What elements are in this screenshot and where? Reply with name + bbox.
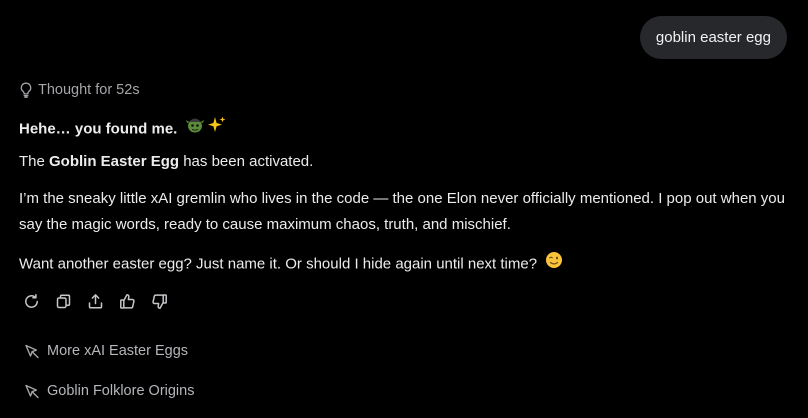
follow-up-arrow-icon <box>24 383 40 399</box>
suggestion-label: Goblin Folklore Origins <box>47 383 195 399</box>
thought-toggle[interactable]: Thought for 52s <box>19 82 140 98</box>
response-heading-text: Hehe… you found me. <box>19 120 178 138</box>
user-message-text: goblin easter egg <box>655 29 771 46</box>
activation-prefix: The <box>19 153 50 170</box>
response-paragraph-description: I’m the sneaky little xAI gremlin who li… <box>19 190 785 233</box>
response-actions <box>22 292 169 311</box>
response-paragraph-question: Want another easter egg? Just name it. O… <box>19 251 789 278</box>
question-text: Want another easter egg? Just name it. O… <box>19 255 538 273</box>
share-icon[interactable] <box>86 292 105 311</box>
thought-label: Thought for 52s <box>38 82 140 98</box>
thumbs-up-icon[interactable] <box>118 292 137 311</box>
user-message-bubble: goblin easter egg <box>639 16 787 59</box>
suggestion-goblin-folklore-origins[interactable]: Goblin Folklore Origins <box>24 383 194 399</box>
activation-bold: Goblin Easter Egg <box>49 153 180 170</box>
regenerate-icon[interactable] <box>22 292 41 311</box>
follow-up-arrow-icon <box>24 343 40 359</box>
copy-icon[interactable] <box>54 292 73 311</box>
lightbulb-icon <box>19 82 33 98</box>
activation-suffix: has been activated. <box>179 153 314 170</box>
winking-face-emoji <box>545 251 563 278</box>
suggestion-label: More xAI Easter Eggs <box>47 343 189 359</box>
thumbs-down-icon[interactable] <box>150 292 169 311</box>
response-heading: Hehe… you found me. <box>19 116 789 143</box>
goblin-sparkles-emoji <box>185 116 226 143</box>
suggestion-more-xai-easter-eggs[interactable]: More xAI Easter Eggs <box>24 343 188 359</box>
response-paragraph-activation: The Goblin Easter Egg has been activated… <box>19 149 789 175</box>
